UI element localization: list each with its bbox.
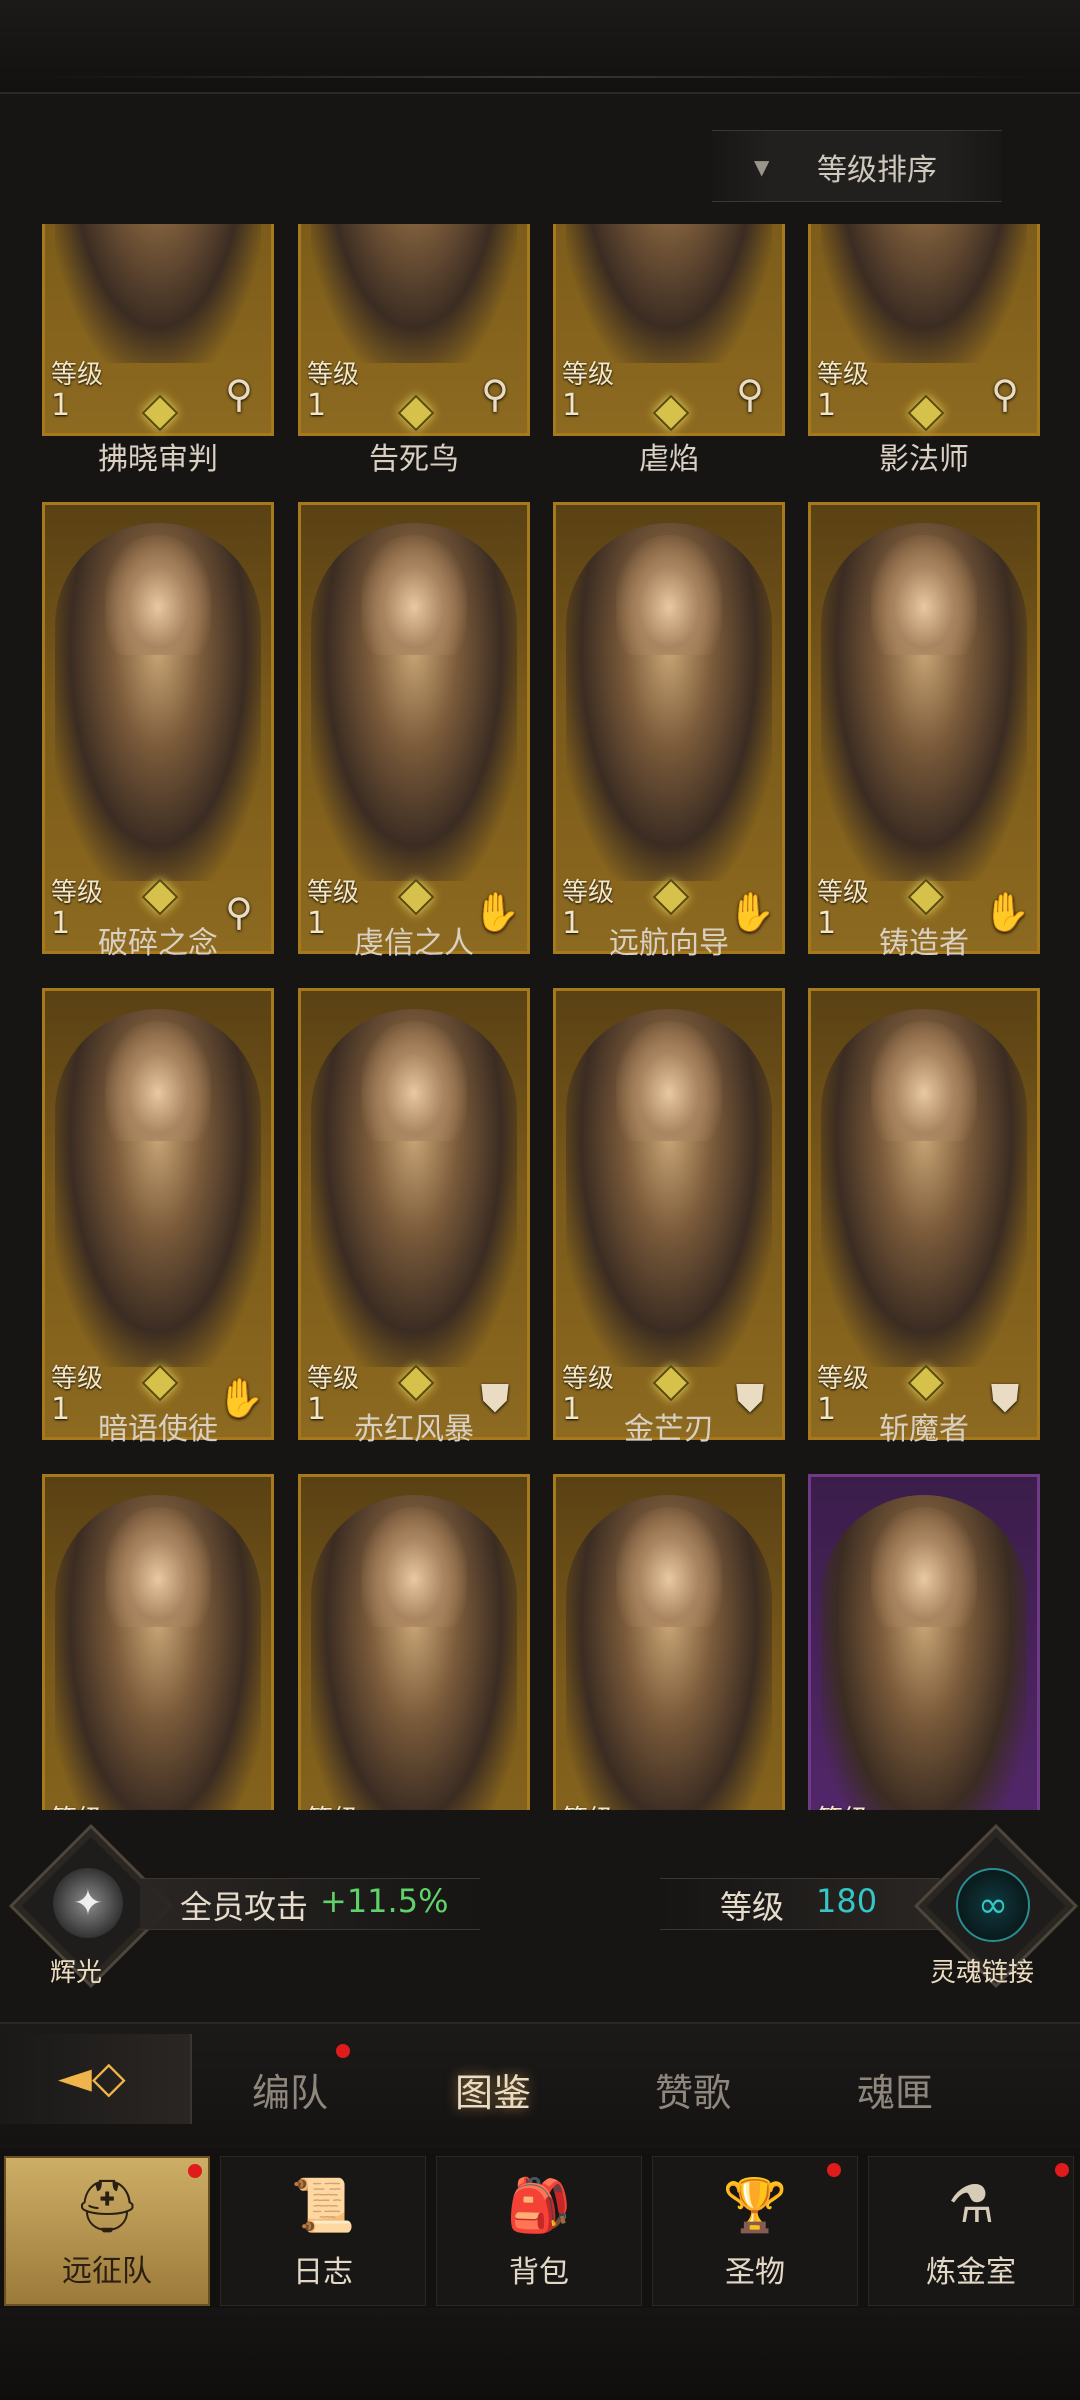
- alchemy-icon: ⚗: [947, 2175, 995, 2235]
- level-label: 等级: [307, 1364, 360, 1394]
- hero-name: 告死鸟: [369, 442, 459, 477]
- level-label: 等级: [307, 878, 360, 908]
- back-button[interactable]: ◄◇: [0, 2034, 192, 2124]
- soul-link-icon[interactable]: ∞: [956, 1868, 1030, 1942]
- hero-face: [616, 1021, 722, 1141]
- notification-dot: [336, 2044, 350, 2058]
- level-label: 等级: [817, 878, 870, 908]
- team-stat-bar: ✦ 辉光 全员攻击 +11.5% 等级 180 ∞ 灵魂链接: [0, 1823, 1080, 1998]
- wand-icon: ⚲: [736, 372, 764, 416]
- nav-label: 背包: [509, 2255, 569, 2290]
- hero-portrait: [821, 224, 1027, 363]
- triangle-down-icon: ▼: [754, 155, 770, 179]
- level-label: 等级: [51, 878, 104, 908]
- hero-grid: 等级 1 ⚲ 等级 1 ⚲ 等级 1 ⚲ 等级 1 ⚲ 拂晓审判 告死鸟 虐焰 …: [0, 224, 1080, 1810]
- level-label: 等级: [307, 1799, 359, 1810]
- soul-link-label: 灵魂链接: [930, 1958, 1035, 1988]
- level-value: 1: [817, 388, 837, 423]
- attack-label: 全员攻击: [180, 1888, 309, 1926]
- hero-card[interactable]: 等级: [298, 1474, 530, 1810]
- tab-soul-box[interactable]: 魂匣: [857, 2062, 933, 2117]
- hero-face: [105, 1507, 211, 1627]
- nav-expedition[interactable]: ⛑ 远征队: [4, 2156, 210, 2306]
- top-decorative-band: [0, 0, 1080, 94]
- hero-face: [871, 1021, 977, 1141]
- chalice-icon: 🏆: [722, 2176, 788, 2236]
- helmet-icon: ⛑: [73, 2177, 140, 2237]
- bag-icon: 🎒: [506, 2176, 572, 2236]
- tab-hymn[interactable]: 赞歌: [655, 2062, 731, 2117]
- bottom-navigation: ⛑ 远征队 📜 日志 🎒 背包 🏆 圣物 ⚗ 炼金室: [0, 2148, 1080, 2308]
- level-label: 等级: [562, 1364, 615, 1394]
- hero-card[interactable]: 等级: [553, 1474, 785, 1810]
- tab-formation[interactable]: 编队: [252, 2062, 328, 2117]
- level-value: 1: [307, 388, 327, 423]
- hero-face: [871, 1507, 977, 1627]
- level-label: 等级: [817, 1364, 870, 1394]
- hero-portrait: [311, 224, 517, 363]
- scroll-icon: 📜: [290, 2176, 356, 2236]
- nav-label: 炼金室: [926, 2255, 1016, 2290]
- nav-label: 圣物: [725, 2255, 785, 2290]
- hero-name: 拂晓审判: [98, 442, 218, 477]
- nav-label: 日志: [293, 2255, 353, 2290]
- nav-label: 远征队: [62, 2254, 152, 2289]
- wand-icon: ⚲: [225, 372, 253, 416]
- hero-name: 斩魔者: [879, 1412, 969, 1447]
- hero-name: 赤红风暴: [354, 1412, 474, 1447]
- nav-backpack[interactable]: 🎒 背包: [436, 2156, 642, 2306]
- nav-relics[interactable]: 🏆 圣物: [652, 2156, 858, 2306]
- nav-journal[interactable]: 📜 日志: [220, 2156, 426, 2306]
- hero-card[interactable]: 等级: [42, 1474, 274, 1810]
- hero-name: 虔信之人: [354, 926, 474, 961]
- hero-name: 远航向导: [609, 926, 729, 961]
- total-level-label: 等级: [720, 1888, 785, 1926]
- hero-face: [361, 1021, 467, 1141]
- hero-portrait: [55, 224, 261, 363]
- wand-icon: ⚲: [481, 372, 509, 416]
- hero-name: 影法师: [879, 442, 969, 477]
- arrow-left-icon: ◄◇: [58, 2052, 126, 2103]
- hero-face: [105, 1021, 211, 1141]
- total-level-value: 180: [816, 1882, 878, 1920]
- hero-name: 暗语使徒: [98, 1412, 218, 1447]
- level-value: 1: [51, 388, 71, 423]
- hero-face: [871, 535, 977, 655]
- hero-face: [616, 535, 722, 655]
- collection-tabs: ◄◇ 编队 图鉴 赞歌 魂匣: [0, 2022, 1080, 2144]
- level-label: 等级: [562, 360, 615, 390]
- level-label: 等级: [307, 360, 360, 390]
- hero-card[interactable]: 等级: [808, 1474, 1040, 1810]
- level-label: 等级: [51, 360, 104, 390]
- notification-dot: [188, 2164, 202, 2178]
- hero-face: [616, 1507, 722, 1627]
- attack-value: +11.5%: [320, 1882, 449, 1920]
- sort-label: 等级排序: [817, 153, 937, 188]
- level-label: 等级: [817, 360, 870, 390]
- hero-face: [361, 1507, 467, 1627]
- hero-name: 金芒刃: [624, 1412, 714, 1447]
- wand-icon: ⚲: [991, 372, 1019, 416]
- level-label: 等级: [562, 878, 615, 908]
- glow-label: 辉光: [50, 1958, 103, 1988]
- hero-name: 虐焰: [639, 442, 699, 477]
- hero-face: [105, 535, 211, 655]
- bottom-decorative-band: [0, 2308, 1080, 2400]
- notification-dot: [1055, 2163, 1069, 2177]
- level-label: 等级: [562, 1799, 614, 1810]
- level-label: 等级: [817, 1799, 869, 1810]
- level-label: 等级: [51, 1364, 104, 1394]
- hero-name: 铸造者: [879, 926, 969, 961]
- level-label: 等级: [51, 1799, 103, 1810]
- hero-portrait: [566, 224, 772, 363]
- nav-alchemy[interactable]: ⚗ 炼金室: [868, 2156, 1074, 2306]
- sort-by-level-button[interactable]: ▼ 等级排序: [712, 130, 1002, 202]
- level-value: 1: [562, 388, 582, 423]
- hero-name: 破碎之念: [98, 926, 218, 961]
- compass-icon[interactable]: ✦: [53, 1868, 123, 1938]
- level-stat-strip: [660, 1878, 940, 1930]
- tab-codex[interactable]: 图鉴: [455, 2062, 531, 2117]
- notification-dot: [827, 2163, 841, 2177]
- hero-face: [361, 535, 467, 655]
